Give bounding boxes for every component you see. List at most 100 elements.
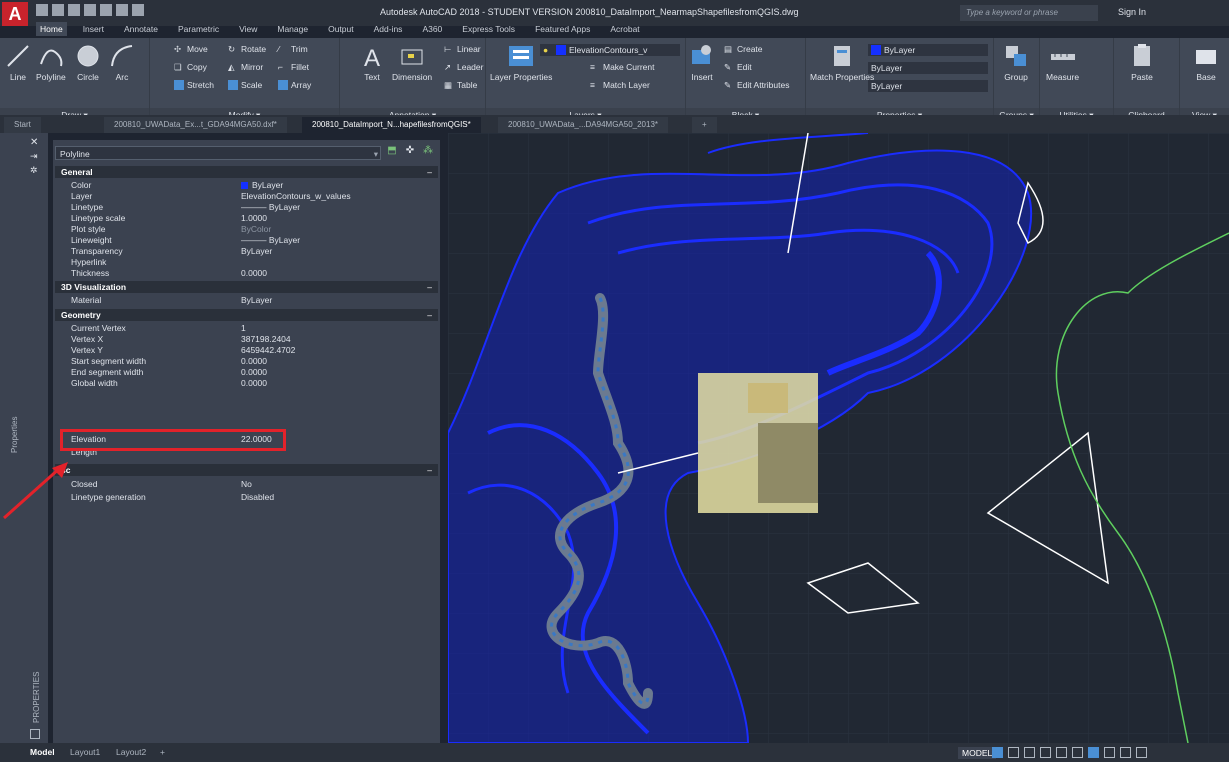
- prop-row-material[interactable]: Material ByLayer: [55, 295, 438, 306]
- new-tab-button[interactable]: +: [692, 117, 717, 133]
- collapse-icon[interactable]: –: [427, 464, 432, 476]
- palette-settings-icon[interactable]: ✲: [30, 165, 38, 176]
- table-button[interactable]: ▦ Table: [444, 80, 477, 90]
- drawing-viewport[interactable]: [448, 133, 1229, 743]
- doc-tab-start[interactable]: Start: [4, 117, 41, 133]
- prop-row-current-vertex[interactable]: Current Vertex 1: [55, 323, 438, 334]
- close-palette-icon[interactable]: ✕: [30, 137, 38, 148]
- prop-row-linetype-generation[interactable]: Linetype generation Disabled: [55, 492, 438, 503]
- prop-row-global-width[interactable]: Global width 0.0000: [55, 378, 438, 389]
- linear-button[interactable]: ⊢ Linear: [444, 44, 481, 54]
- otrack-icon[interactable]: [1072, 747, 1083, 758]
- redo-icon[interactable]: [132, 4, 144, 16]
- fillet-button[interactable]: ⌐ Fillet: [278, 62, 309, 72]
- paste-button[interactable]: Paste: [1128, 42, 1156, 82]
- tab-manage[interactable]: Manage: [273, 22, 312, 36]
- tab-express-tools[interactable]: Express Tools: [458, 22, 519, 36]
- section-3d-visualization[interactable]: 3D Visualization –: [55, 281, 438, 293]
- tab-parametric[interactable]: Parametric: [174, 22, 223, 36]
- select-objects-icon[interactable]: ✜: [403, 145, 417, 159]
- group-button[interactable]: Group: [1002, 42, 1030, 82]
- make-current-button[interactable]: ≡ Make Current: [590, 62, 655, 72]
- toggle-pickadd-icon[interactable]: ⬒: [385, 145, 399, 159]
- text-button[interactable]: A Text: [358, 42, 386, 82]
- drawing-canvas[interactable]: [448, 133, 1229, 743]
- tab-a360[interactable]: A360: [418, 22, 446, 36]
- array-button[interactable]: Array: [278, 80, 311, 90]
- copy-button[interactable]: ❏ Copy: [174, 62, 207, 72]
- doc-tab-uwadata-2013[interactable]: 200810_UWAData_...DA94MGA50_2013*: [498, 117, 669, 133]
- save-icon[interactable]: [68, 4, 80, 16]
- search-input[interactable]: Type a keyword or phrase: [960, 5, 1098, 21]
- layout-tab-model[interactable]: Model: [22, 745, 63, 760]
- prop-row-vertex-y[interactable]: Vertex Y 6459442.4702: [55, 345, 438, 356]
- undo-icon[interactable]: [116, 4, 128, 16]
- prop-row-linetype-scale[interactable]: Linetype scale 1.0000: [55, 213, 438, 224]
- autohide-icon[interactable]: ⇥: [30, 151, 38, 162]
- grid-icon[interactable]: [992, 747, 1003, 758]
- doc-tab-dataimport[interactable]: 200810_DataImport_N...hapefilesfromQGIS*: [302, 117, 481, 133]
- saveas-icon[interactable]: [84, 4, 96, 16]
- match-layer-button[interactable]: ≡ Match Layer: [590, 80, 650, 90]
- prop-row-layer[interactable]: Layer ElevationContours_w_values: [55, 191, 438, 202]
- new-icon[interactable]: [36, 4, 48, 16]
- mirror-button[interactable]: ◭ Mirror: [228, 62, 263, 72]
- section-general[interactable]: General –: [55, 166, 438, 178]
- palette-menu-icon[interactable]: [30, 729, 40, 739]
- color-dropdown[interactable]: ByLayer: [868, 44, 988, 56]
- doc-tab-uwadata-dxf[interactable]: 200810_UWAData_Ex...t_GDA94MGA50.dxf*: [104, 117, 287, 133]
- tab-acrobat[interactable]: Acrobat: [606, 22, 643, 36]
- section-misc[interactable]: sc –: [55, 464, 438, 476]
- insert-button[interactable]: Insert: [688, 42, 716, 82]
- customization-icon[interactable]: [1136, 747, 1147, 758]
- dimension-button[interactable]: Dimension: [392, 42, 432, 82]
- workspace-icon[interactable]: [1120, 747, 1131, 758]
- properties-tab-label[interactable]: Properties: [10, 417, 19, 453]
- prop-row-vertex-x[interactable]: Vertex X 387198.2404: [55, 334, 438, 345]
- create-block-button[interactable]: ▤ Create: [724, 44, 763, 54]
- prop-row-linetype[interactable]: Linetype ——— ByLayer: [55, 202, 438, 213]
- tab-home[interactable]: Home: [36, 22, 67, 36]
- move-button[interactable]: ✣ Move: [174, 44, 208, 54]
- prop-row-end-width[interactable]: End segment width 0.0000: [55, 367, 438, 378]
- print-icon[interactable]: [100, 4, 112, 16]
- prop-row-color[interactable]: Color ByLayer: [55, 180, 438, 191]
- tab-annotate[interactable]: Annotate: [120, 22, 162, 36]
- layer-dropdown[interactable]: ● ElevationContours_v: [540, 44, 680, 56]
- prop-row-lineweight[interactable]: Lineweight ——— ByLayer: [55, 235, 438, 246]
- prop-row-thickness[interactable]: Thickness 0.0000: [55, 268, 438, 279]
- prop-row-start-width[interactable]: Start segment width 0.0000: [55, 356, 438, 367]
- prop-row-closed[interactable]: Closed No: [55, 479, 438, 490]
- stretch-button[interactable]: Stretch: [174, 80, 214, 90]
- arc-button[interactable]: Arc: [108, 42, 136, 82]
- tab-add-ins[interactable]: Add-ins: [370, 22, 407, 36]
- layout-tab-layout1[interactable]: Layout1: [62, 745, 108, 760]
- lineweight-dropdown[interactable]: ByLayer: [868, 80, 988, 92]
- section-geometry[interactable]: Geometry –: [55, 309, 438, 321]
- polyline-button[interactable]: Polyline: [36, 42, 66, 82]
- circle-button[interactable]: Circle: [74, 42, 102, 82]
- model-space-button[interactable]: MODEL: [958, 747, 997, 759]
- prop-row-hyperlink[interactable]: Hyperlink: [55, 257, 438, 268]
- osnap-icon[interactable]: [1056, 747, 1067, 758]
- quick-select-icon[interactable]: ⁂: [421, 145, 435, 159]
- line-button[interactable]: Line: [4, 42, 32, 82]
- trim-button[interactable]: ⁄ Trim: [278, 44, 308, 54]
- sign-in-button[interactable]: Sign In: [1118, 7, 1146, 17]
- collapse-icon[interactable]: –: [427, 166, 432, 178]
- prop-row-transparency[interactable]: Transparency ByLayer: [55, 246, 438, 257]
- tab-insert[interactable]: Insert: [79, 22, 108, 36]
- edit-attributes-button[interactable]: ✎ Edit Attributes: [724, 80, 789, 90]
- tab-featured-apps[interactable]: Featured Apps: [531, 22, 594, 36]
- measure-button[interactable]: Measure: [1046, 42, 1079, 82]
- tab-output[interactable]: Output: [324, 22, 358, 36]
- collapse-icon[interactable]: –: [427, 281, 432, 293]
- match-properties-button[interactable]: Match Properties: [810, 42, 874, 82]
- prop-row-plot-style[interactable]: Plot style ByColor: [55, 224, 438, 235]
- tab-view[interactable]: View: [235, 22, 261, 36]
- layout-tab-layout2[interactable]: Layout2: [108, 745, 154, 760]
- snap-icon[interactable]: [1008, 747, 1019, 758]
- object-type-dropdown[interactable]: Polyline ▾: [55, 146, 381, 160]
- annotation-scale-icon[interactable]: [1104, 747, 1115, 758]
- scale-button[interactable]: Scale: [228, 80, 262, 90]
